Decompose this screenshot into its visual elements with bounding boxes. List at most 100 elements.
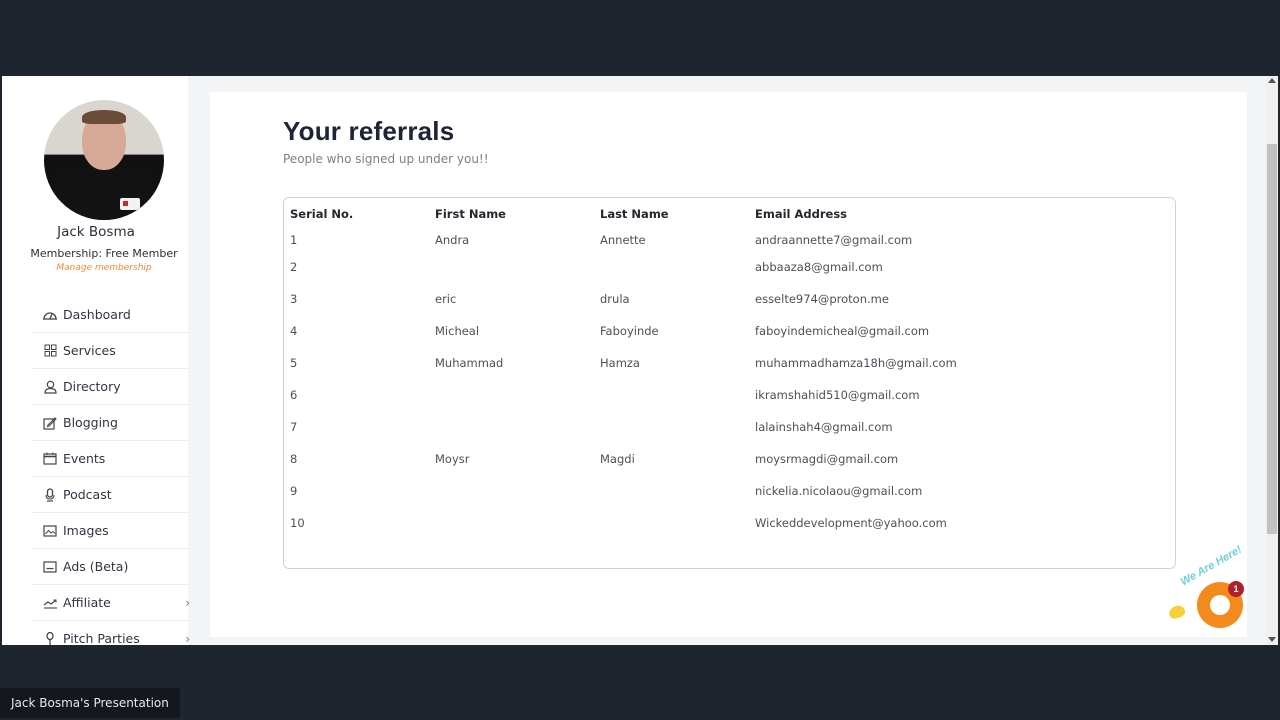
sidebar-item-label: Services [63, 343, 116, 358]
grid-icon [42, 344, 58, 358]
cell-last-name [600, 507, 755, 539]
referrals-table: Serial No. First Name Last Name Email Ad… [290, 205, 1155, 539]
chevron-right-icon: › [185, 595, 190, 610]
cell-last-name [600, 379, 755, 411]
calendar-icon [42, 452, 58, 466]
cell-serial: 7 [290, 420, 298, 434]
page-scrollbar[interactable] [1266, 76, 1278, 645]
trending-icon [42, 596, 58, 610]
membership-status: Membership: Free Member [30, 247, 178, 260]
table-row: 5 Muhammad Hamza muhammadhamza18h@gmail.com [290, 347, 1155, 379]
cell-email: muhammadhamza18h@gmail.com [755, 356, 957, 370]
cell-serial: 6 [290, 388, 298, 402]
app-window: Jack Bosma Membership: Free Member Manag… [0, 76, 1280, 645]
cell-email: nickelia.nicolaou@gmail.com [755, 484, 923, 498]
cell-first-name [435, 475, 600, 507]
cell-last-name: Faboyinde [600, 324, 659, 338]
cell-first-name: Moysr [435, 452, 470, 466]
cell-last-name: drula [600, 292, 630, 306]
table-row: 7 lalainshah4@gmail.com [290, 411, 1155, 443]
table-row: 9 nickelia.nicolaou@gmail.com [290, 475, 1155, 507]
cell-email: abbaaza8@gmail.com [755, 260, 883, 274]
profile-name: Jack Bosma [57, 224, 135, 240]
cell-last-name: Magdi [600, 452, 635, 466]
scroll-down-arrow-icon[interactable] [1268, 637, 1276, 642]
manage-membership-link[interactable]: Manage membership [2, 263, 206, 273]
sidebar-item-pitch-parties[interactable]: Pitch Parties › [32, 621, 190, 645]
avatar-shirt [52, 166, 156, 220]
cell-first-name: Muhammad [435, 356, 504, 370]
cell-last-name [600, 411, 755, 443]
table-row: 6 ikramshahid510@gmail.com [290, 379, 1155, 411]
presenter-label: Jack Bosma's Presentation [0, 688, 180, 718]
sidebar-item-events[interactable]: Events [32, 441, 190, 477]
chevron-right-icon: › [185, 631, 190, 646]
cell-email: esselte974@proton.me [755, 292, 889, 306]
microphone-icon [42, 487, 58, 502]
column-header-email: Email Address [755, 207, 848, 221]
sidebar-item-services[interactable]: Services [32, 333, 190, 369]
cell-email: ikramshahid510@gmail.com [755, 388, 920, 402]
page-title: Your referrals [283, 116, 455, 146]
cell-email: faboyindemicheal@gmail.com [755, 324, 930, 338]
cell-first-name: Andra [435, 233, 470, 247]
sidebar-item-blogging[interactable]: Blogging [32, 405, 190, 441]
avatar[interactable] [44, 100, 164, 220]
sidebar-item-affiliate[interactable]: Affiliate › [32, 585, 190, 621]
table-row: 3 eric drula esselte974@proton.me [290, 283, 1155, 315]
mic-stand-icon [42, 631, 58, 646]
cell-serial: 5 [290, 356, 298, 370]
cell-first-name: Micheal [435, 324, 480, 338]
cell-serial: 10 [290, 516, 305, 530]
cell-email: lalainshah4@gmail.com [755, 420, 893, 434]
cell-last-name [600, 251, 755, 283]
sidebar-item-label: Directory [63, 379, 121, 394]
cell-email: andraannette7@gmail.com [755, 233, 913, 247]
cell-serial: 1 [290, 233, 298, 247]
table-row: 2 abbaaza8@gmail.com [290, 251, 1155, 283]
sidebar-item-label: Images [63, 523, 109, 538]
cell-serial: 3 [290, 292, 298, 306]
cell-serial: 8 [290, 452, 298, 466]
scrollbar-thumb[interactable] [1267, 144, 1277, 534]
scroll-up-arrow-icon[interactable] [1268, 78, 1276, 83]
avatar-shirt-logo [120, 198, 140, 210]
column-header-serial: Serial No. [290, 207, 354, 221]
ad-icon [42, 560, 58, 574]
sidebar-nav: Dashboard Services Directory Blogging Ev… [32, 297, 190, 645]
table-row: 8 Moysr Magdi moysrmagdi@gmail.com [290, 443, 1155, 475]
avatar-hair [82, 110, 126, 124]
user-icon [42, 380, 58, 394]
sidebar-item-label: Pitch Parties [63, 631, 140, 645]
cell-first-name: eric [435, 292, 457, 306]
sidebar-item-label: Blogging [63, 415, 118, 430]
sidebar-item-ads[interactable]: Ads (Beta) [32, 549, 190, 585]
edit-icon [42, 416, 58, 430]
column-header-first-name: First Name [435, 207, 506, 221]
cell-first-name [435, 411, 600, 443]
referrals-table-card: Serial No. First Name Last Name Email Ad… [283, 197, 1176, 569]
cell-last-name: Hamza [600, 356, 640, 370]
cell-email: moysrmagdi@gmail.com [755, 452, 899, 466]
dashboard-icon [42, 308, 58, 322]
sidebar-item-podcast[interactable]: Podcast [32, 477, 190, 513]
sidebar-item-label: Podcast [63, 487, 112, 502]
cell-last-name: Annette [600, 233, 646, 247]
sidebar: Jack Bosma Membership: Free Member Manag… [0, 76, 190, 645]
table-header-row: Serial No. First Name Last Name Email Ad… [290, 205, 1155, 223]
sidebar-item-label: Dashboard [63, 307, 131, 322]
sidebar-item-label: Affiliate [63, 595, 111, 610]
cell-first-name [435, 251, 600, 283]
sidebar-item-dashboard[interactable]: Dashboard [32, 297, 190, 333]
sidebar-item-images[interactable]: Images [32, 513, 190, 549]
table-row: 1 Andra Annette andraannette7@gmail.com [290, 223, 1155, 251]
table-row: 10 Wickeddevelopment@yahoo.com [290, 507, 1155, 539]
chat-notification-badge: 1 [1228, 581, 1244, 597]
sidebar-item-directory[interactable]: Directory [32, 369, 190, 405]
column-header-last-name: Last Name [600, 207, 669, 221]
chat-widget[interactable]: We Are Here! 1 [1165, 544, 1265, 634]
cell-serial: 9 [290, 484, 298, 498]
table-body: 1 Andra Annette andraannette7@gmail.com 2 abb… [290, 223, 1155, 539]
cell-serial: 4 [290, 324, 298, 338]
image-icon [42, 524, 58, 538]
